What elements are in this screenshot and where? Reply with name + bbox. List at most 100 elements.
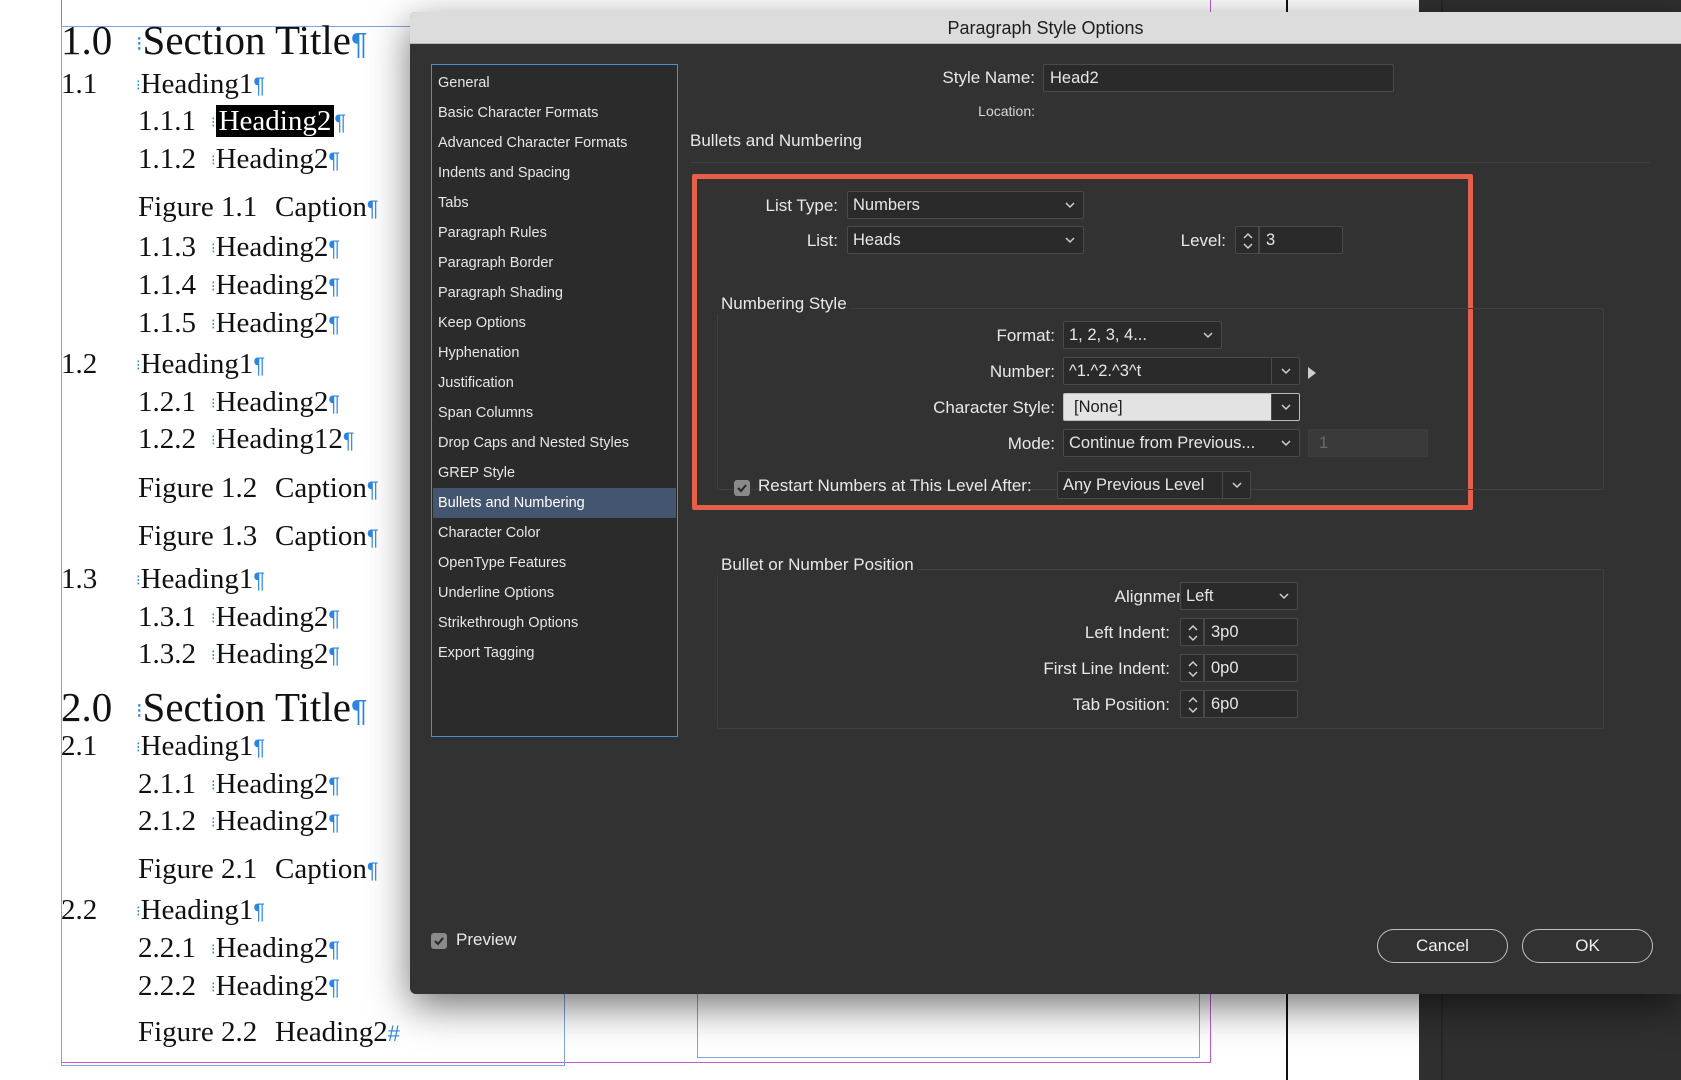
sidebar-item[interactable]: Indents and Spacing: [433, 158, 676, 188]
pilcrow-icon: ¶: [366, 525, 379, 550]
sidebar-item[interactable]: Underline Options: [433, 578, 676, 608]
character-style-dropdown[interactable]: [None]: [1063, 393, 1300, 421]
first-line-indent-stepper[interactable]: [1180, 654, 1204, 682]
restart-numbers-checkbox[interactable]: [734, 480, 750, 496]
sidebar-item[interactable]: Tabs: [433, 188, 676, 218]
document-line: 2.1 ⁝Heading1¶: [61, 732, 265, 761]
alignment-dropdown[interactable]: Left: [1180, 582, 1298, 610]
heading-text: Heading1: [140, 894, 254, 926]
pilcrow-icon: ¶: [328, 937, 341, 962]
sidebar-item[interactable]: Character Color: [433, 518, 676, 548]
stepper-arrows-icon: [1188, 660, 1198, 678]
level-field[interactable]: 3: [1259, 226, 1343, 254]
heading-number: 1.1.3: [138, 231, 196, 263]
dialog-titlebar[interactable]: Paragraph Style Options: [410, 12, 1681, 44]
document-line: Figure 1.2 Caption¶: [138, 474, 379, 503]
heading-number: 1.3: [61, 563, 98, 595]
heading-number: 1.1: [61, 68, 98, 100]
pilcrow-icon: ¶: [328, 274, 341, 299]
sidebar-item[interactable]: GREP Style: [433, 458, 676, 488]
heading-text: Section Title: [142, 684, 351, 730]
heading-text: Caption: [275, 520, 367, 552]
pilcrow-icon: ¶: [328, 975, 341, 1000]
heading-number: 1.2.2: [138, 423, 196, 455]
heading-text: Section Title: [142, 17, 351, 63]
list-dropdown[interactable]: Heads: [847, 226, 1084, 254]
pilcrow-icon: ¶: [328, 810, 341, 835]
left-indent-stepper[interactable]: [1180, 618, 1204, 646]
heading-number: 2.2: [61, 894, 98, 926]
heading-text: Heading2: [215, 105, 335, 137]
level-stepper[interactable]: [1235, 226, 1259, 254]
sidebar-item[interactable]: OpenType Features: [433, 548, 676, 578]
sidebar-item[interactable]: Export Tagging: [433, 638, 676, 668]
pilcrow-icon: ¶: [366, 477, 379, 502]
sidebar-item[interactable]: Advanced Character Formats: [433, 128, 676, 158]
left-indent-field[interactable]: 3p0: [1204, 618, 1298, 646]
sidebar-item[interactable]: Basic Character Formats: [433, 98, 676, 128]
sidebar-item[interactable]: General: [433, 68, 676, 98]
heading-text: Heading2: [215, 143, 329, 175]
sidebar-item[interactable]: Span Columns: [433, 398, 676, 428]
first-line-indent-label: First Line Indent:: [1043, 659, 1170, 678]
sidebar-item[interactable]: Paragraph Rules: [433, 218, 676, 248]
position-title: Bullet or Number Position: [717, 555, 918, 575]
checkmark-icon: [434, 937, 444, 946]
mode-label: Mode:: [1007, 434, 1055, 453]
heading-number: 1.1.1: [138, 105, 196, 137]
list-type-label: List Type:: [765, 196, 838, 215]
heading-number: 1.2: [61, 348, 98, 380]
document-line: 1.3 ⁝Heading1¶: [61, 565, 265, 594]
document-line: 2.2 ⁝Heading1¶: [61, 896, 265, 925]
format-value: 1, 2, 3, 4...: [1069, 326, 1147, 344]
pilcrow-icon: ¶: [253, 568, 266, 593]
number-label: Number:: [989, 362, 1055, 381]
sidebar-item[interactable]: Hyphenation: [433, 338, 676, 368]
ok-button[interactable]: OK: [1522, 929, 1653, 963]
cancel-button[interactable]: Cancel: [1377, 929, 1508, 963]
sidebar-item[interactable]: Drop Caps and Nested Styles: [433, 428, 676, 458]
insert-special-character-icon[interactable]: [1306, 366, 1318, 380]
chevron-down-icon: [1232, 482, 1242, 489]
tab-position-stepper[interactable]: [1180, 690, 1204, 718]
mode-dropdown[interactable]: Continue from Previous...: [1063, 429, 1300, 457]
first-line-indent-field[interactable]: 0p0: [1204, 654, 1298, 682]
pilcrow-icon: ¶: [253, 353, 266, 378]
document-line: 1.2.2 ⁝Heading12¶: [138, 425, 355, 454]
heading-number: Figure 2.2: [138, 1016, 258, 1048]
heading-text: Heading2: [215, 970, 329, 1002]
restart-level-dropdown[interactable]: Any Previous Level: [1057, 471, 1251, 499]
heading-text: Heading1: [140, 68, 254, 100]
heading-number: 2.1.1: [138, 768, 196, 800]
document-line: Figure 1.3 Caption¶: [138, 522, 379, 551]
preview-checkbox[interactable]: [431, 933, 447, 949]
document-line: 1.1.2 ⁝Heading2¶: [138, 145, 340, 174]
sidebar-item[interactable]: Keep Options: [433, 308, 676, 338]
list-type-dropdown[interactable]: Numbers: [847, 191, 1084, 219]
sidebar-item[interactable]: Strikethrough Options: [433, 608, 676, 638]
sidebar-item[interactable]: Bullets and Numbering: [433, 488, 676, 518]
heading-text: Heading12: [215, 423, 343, 455]
pilcrow-icon: ¶: [366, 858, 379, 883]
number-field[interactable]: ^1.^2.^3^t: [1063, 357, 1300, 385]
document-line: 1.1 ⁝Heading1¶: [61, 70, 265, 99]
restart-numbers-label: Restart Numbers at This Level After:: [758, 476, 1032, 495]
alignment-label: Alignment:: [1114, 587, 1195, 606]
sidebar-item[interactable]: Paragraph Border: [433, 248, 676, 278]
pilcrow-icon: ¶: [328, 606, 341, 631]
sidebar-item[interactable]: Paragraph Shading: [433, 278, 676, 308]
document-line: 1.0 ⁝Section Title¶: [61, 20, 368, 61]
document-line: 2.1.1 ⁝Heading2¶: [138, 770, 340, 799]
pilcrow-icon: ¶: [351, 693, 368, 728]
format-dropdown[interactable]: 1, 2, 3, 4...: [1063, 321, 1222, 349]
pilcrow-icon: ¶: [253, 73, 266, 98]
chevron-down-icon: [1281, 440, 1291, 447]
stepper-arrows-icon: [1188, 624, 1198, 642]
tab-position-field[interactable]: 6p0: [1204, 690, 1298, 718]
pilcrow-icon: ¶: [328, 148, 341, 173]
sidebar-item[interactable]: Justification: [433, 368, 676, 398]
document-line: 1.1.3 ⁝Heading2¶: [138, 233, 340, 262]
style-name-field[interactable]: Head2: [1043, 64, 1394, 92]
stepper-arrows-icon: [1188, 696, 1198, 714]
heading-text: Heading2: [215, 768, 329, 800]
